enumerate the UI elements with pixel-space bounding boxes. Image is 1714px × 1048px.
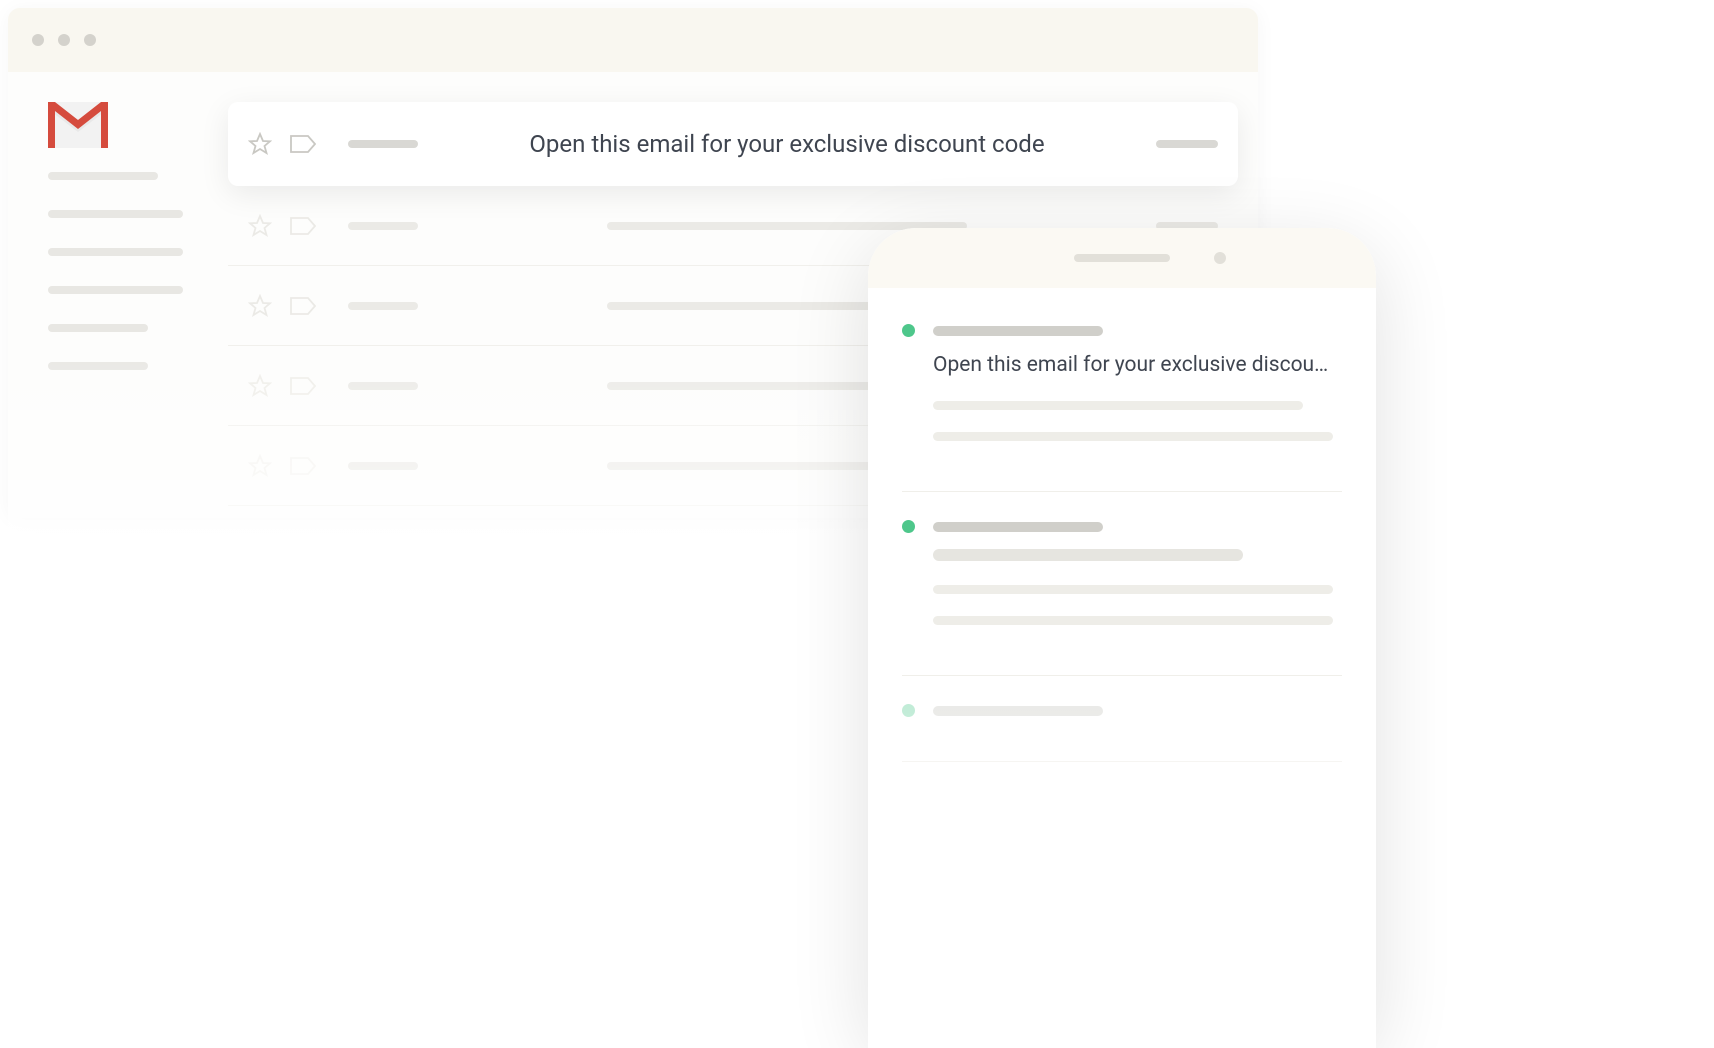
phone-camera-icon	[1214, 252, 1226, 264]
mobile-email-item[interactable]	[902, 704, 1342, 762]
mobile-body-placeholder	[933, 432, 1333, 441]
traffic-light-close-icon[interactable]	[32, 34, 44, 46]
tag-icon[interactable]	[290, 296, 316, 316]
email-row-highlighted[interactable]: Open this email for your exclusive disco…	[228, 102, 1238, 186]
gmail-logo-icon	[48, 102, 108, 148]
sender-placeholder	[348, 140, 418, 148]
phone-speaker-icon	[1074, 254, 1170, 262]
traffic-light-maximize-icon[interactable]	[84, 34, 96, 46]
unread-dot-icon	[902, 520, 915, 533]
star-icon[interactable]	[248, 454, 272, 478]
sidebar-item[interactable]	[48, 362, 148, 370]
mobile-body-placeholder	[933, 401, 1303, 410]
sender-placeholder	[348, 222, 418, 230]
tag-icon[interactable]	[290, 456, 316, 476]
sender-placeholder	[348, 462, 418, 470]
mobile-sender-placeholder	[933, 706, 1103, 716]
sidebar-item[interactable]	[48, 172, 158, 180]
sidebar-item[interactable]	[48, 324, 148, 332]
date-placeholder	[1156, 140, 1218, 148]
mobile-sender-placeholder	[933, 326, 1103, 336]
mobile-phone-mockup: Open this email for your exclusive disco…	[868, 228, 1376, 1048]
email-subject-text: Open this email for your exclusive disco…	[529, 130, 1044, 158]
mobile-email-item[interactable]: Open this email for your exclusive disco…	[902, 324, 1342, 492]
phone-email-list: Open this email for your exclusive disco…	[868, 288, 1376, 762]
traffic-light-minimize-icon[interactable]	[58, 34, 70, 46]
sidebar	[8, 72, 228, 518]
star-icon[interactable]	[248, 294, 272, 318]
sidebar-item[interactable]	[48, 248, 183, 256]
mobile-body-placeholder	[933, 585, 1333, 594]
email-subject: Open this email for your exclusive disco…	[436, 130, 1138, 158]
sidebar-item[interactable]	[48, 286, 183, 294]
mobile-subject-placeholder	[933, 549, 1243, 561]
window-titlebar	[8, 8, 1258, 72]
star-icon[interactable]	[248, 214, 272, 238]
sender-placeholder	[348, 382, 418, 390]
mobile-sender-placeholder	[933, 522, 1103, 532]
tag-icon[interactable]	[290, 134, 316, 154]
tag-icon[interactable]	[290, 216, 316, 236]
sender-placeholder	[348, 302, 418, 310]
star-icon[interactable]	[248, 374, 272, 398]
unread-dot-icon	[902, 324, 915, 337]
tag-icon[interactable]	[290, 376, 316, 396]
sidebar-item[interactable]	[48, 210, 183, 218]
mobile-body-placeholder	[933, 616, 1333, 625]
unread-dot-icon	[902, 704, 915, 717]
phone-notch	[868, 228, 1376, 288]
star-icon[interactable]	[248, 132, 272, 156]
mobile-email-item[interactable]	[902, 520, 1342, 676]
mobile-email-subject: Open this email for your exclusive disco…	[933, 353, 1342, 377]
